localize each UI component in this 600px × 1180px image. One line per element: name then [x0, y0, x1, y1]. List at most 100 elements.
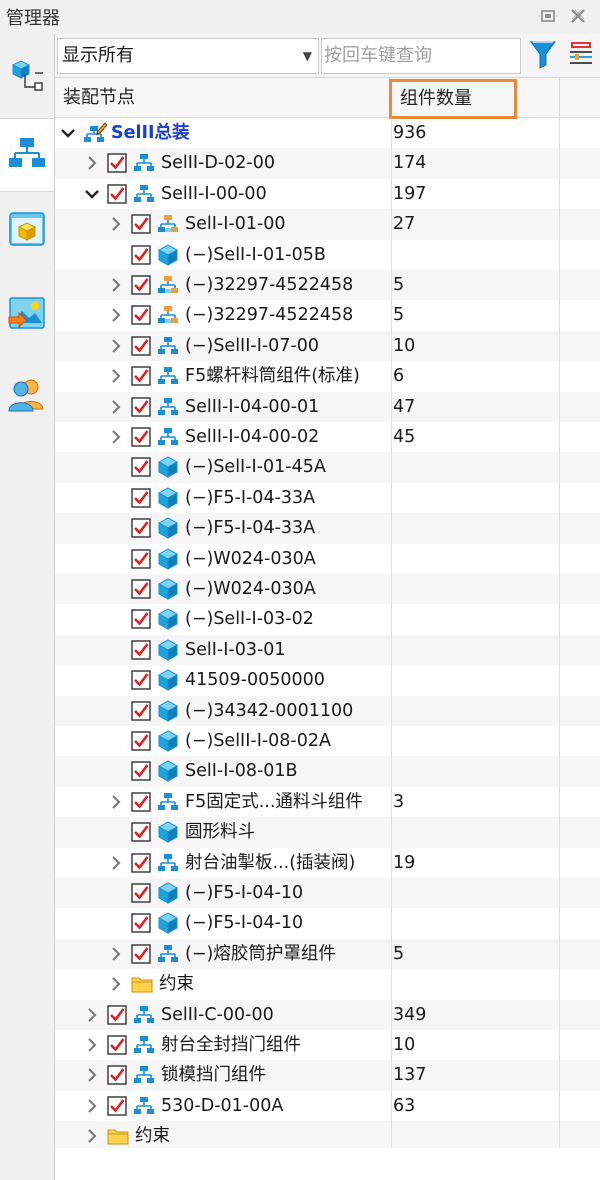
close-icon[interactable]	[568, 6, 588, 26]
visibility-checkbox[interactable]	[131, 214, 151, 234]
tree-row[interactable]: (−)32297-4522458 5	[55, 270, 600, 301]
tree-node-label[interactable]: (−)F5-I-04-33A	[185, 513, 315, 543]
tree-node-label[interactable]: SelII-I-04-00-01	[185, 392, 319, 422]
tree-row[interactable]: (−)熔胶筒护罩组件 5	[55, 938, 600, 970]
visibility-checkbox[interactable]	[131, 427, 151, 447]
visibility-checkbox[interactable]	[131, 944, 151, 964]
tab-assembly-tree[interactable]	[0, 118, 54, 192]
tree-row[interactable]: 约束	[55, 969, 600, 1000]
tab-part-view[interactable]	[0, 194, 54, 268]
chevron-right-icon[interactable]	[107, 305, 125, 325]
visibility-checkbox[interactable]	[131, 366, 151, 386]
tree-row[interactable]: (−)F5-I-04-10	[55, 908, 600, 939]
tree-row[interactable]: SelII-D-02-00 174	[55, 148, 600, 179]
chevron-right-icon[interactable]	[107, 214, 125, 234]
chevron-right-icon[interactable]	[107, 366, 125, 386]
tree-row[interactable]: 41509-0050000	[55, 665, 600, 696]
visibility-checkbox[interactable]	[131, 396, 151, 417]
tree-node-label[interactable]: SelII-C-00-00	[161, 1000, 274, 1030]
visibility-checkbox[interactable]	[131, 336, 151, 356]
chevron-right-icon[interactable]	[107, 944, 125, 964]
tree-row[interactable]: (−)W024-030A	[55, 574, 600, 605]
visibility-checkbox[interactable]	[131, 883, 151, 903]
tree-row[interactable]: SelII-I-04-00-02 45	[55, 422, 600, 453]
tree-node-label[interactable]: (−)W024-030A	[185, 574, 316, 604]
tree-row[interactable]: 锁模挡门组件 137	[55, 1060, 600, 1091]
tree-row[interactable]: SelI-I-03-01	[55, 634, 600, 666]
chevron-right-icon[interactable]	[83, 1096, 101, 1116]
visibility-checkbox[interactable]	[131, 761, 151, 782]
visibility-checkbox[interactable]	[131, 548, 151, 569]
column-header-count[interactable]: 组件数量	[389, 79, 517, 119]
tree-row[interactable]: 圆形料斗	[55, 817, 600, 848]
visibility-checkbox[interactable]	[131, 305, 151, 326]
tree-node-label[interactable]: SelII-I-00-00	[161, 179, 267, 209]
filter-select[interactable]: 显示所有 ▼	[57, 38, 319, 74]
tree-row[interactable]: SelII-I-00-00 197	[55, 178, 600, 210]
visibility-checkbox[interactable]	[107, 153, 127, 174]
tree-node-label[interactable]: (−)熔胶筒护罩组件	[185, 939, 336, 969]
tree-node-label[interactable]: (−)SelI-I-03-02	[185, 604, 314, 634]
tree-row[interactable]: (−)F5-I-04-33A	[55, 482, 600, 514]
tree-row[interactable]: 射台全封挡门组件 10	[55, 1030, 600, 1061]
tree-row[interactable]: SelI-I-01-00 27	[55, 209, 600, 240]
tree-row[interactable]: (−)F5-I-04-33A	[55, 513, 600, 544]
tree-node-label[interactable]: (−)F5-I-04-10	[185, 908, 303, 938]
tree-node-label[interactable]: 圆形料斗	[185, 817, 255, 847]
tree-node-label[interactable]: (−)W024-030A	[185, 544, 316, 574]
chevron-right-icon[interactable]	[107, 397, 125, 417]
column-divider[interactable]	[559, 78, 560, 118]
tree-row[interactable]: (−)32297-4522458 5	[55, 300, 600, 331]
tree-row[interactable]: (−)W024-030A	[55, 543, 600, 574]
tree-row[interactable]: SelII-I-04-00-01 47	[55, 391, 600, 422]
tree-node-label[interactable]: SelI-I-01-00	[185, 209, 286, 239]
visibility-checkbox[interactable]	[131, 852, 151, 873]
tree-node-label[interactable]: (−)SelI-I-01-45A	[185, 452, 326, 482]
tree-node-label[interactable]: 约束	[159, 969, 194, 999]
chevron-right-icon[interactable]	[83, 1065, 101, 1085]
chevron-right-icon[interactable]	[83, 1005, 101, 1025]
chevron-right-icon[interactable]	[107, 427, 125, 447]
tree-node-label[interactable]: (−)SelII-I-07-00	[185, 331, 319, 361]
visibility-checkbox[interactable]	[131, 913, 151, 934]
tree-node-label[interactable]: F5固定式...通料斗组件	[185, 787, 363, 817]
visibility-checkbox[interactable]	[131, 609, 151, 630]
tree-node-label[interactable]: F5螺杆料筒组件(标准)	[185, 361, 360, 391]
tree-node-label[interactable]: SelII-D-02-00	[161, 148, 275, 178]
visibility-checkbox[interactable]	[131, 518, 151, 538]
chevron-right-icon[interactable]	[83, 153, 101, 173]
tree-node-label[interactable]: 约束	[135, 1121, 170, 1151]
tree-row[interactable]: (−)SelII-I-08-02A	[55, 726, 600, 757]
visibility-checkbox[interactable]	[107, 1004, 127, 1025]
chevron-right-icon[interactable]	[107, 974, 125, 994]
tree-row[interactable]: SelII-C-00-00 349	[55, 999, 600, 1030]
visibility-checkbox[interactable]	[131, 579, 151, 599]
tree-node-label[interactable]: SelII总装	[111, 118, 190, 148]
tree-row[interactable]: (−)F5-I-04-10	[55, 878, 600, 909]
tree-row[interactable]: F5螺杆料筒组件(标准) 6	[55, 361, 600, 392]
tree-row[interactable]: (−)SelII-I-07-00 10	[55, 330, 600, 362]
visibility-checkbox[interactable]	[131, 670, 151, 690]
tree-row[interactable]: (−)SelI-I-01-45A	[55, 452, 600, 483]
tree-node-label[interactable]: 射台油掣板...(插装阀)	[185, 848, 355, 878]
tab-image-view[interactable]	[0, 278, 54, 352]
tree-node-label[interactable]: 锁模挡门组件	[161, 1060, 266, 1090]
chevron-right-icon[interactable]	[107, 853, 125, 873]
tree-row[interactable]: SelII总装 936	[55, 118, 600, 149]
tree-row[interactable]: SelI-I-08-01B	[55, 756, 600, 787]
chevron-down-icon[interactable]	[59, 123, 77, 143]
visibility-checkbox[interactable]	[107, 1035, 127, 1055]
visibility-checkbox[interactable]	[107, 1096, 127, 1116]
chevron-right-icon[interactable]	[83, 1126, 101, 1146]
tree-row[interactable]: 射台油掣板...(插装阀) 19	[55, 847, 600, 878]
tree-row[interactable]: 530-D-01-00A 63	[55, 1090, 600, 1122]
tree-node-label[interactable]: (−)F5-I-04-10	[185, 878, 303, 908]
tab-assembly-constraint[interactable]	[0, 38, 54, 112]
tree-row[interactable]: F5固定式...通料斗组件 3	[55, 786, 600, 818]
tree-node-label[interactable]: 530-D-01-00A	[161, 1091, 283, 1121]
tree-node-label[interactable]: (−)SelI-I-01-05B	[185, 240, 326, 270]
visibility-checkbox[interactable]	[107, 184, 127, 204]
chevron-right-icon[interactable]	[107, 792, 125, 812]
visibility-checkbox[interactable]	[131, 275, 151, 295]
tree-node-label[interactable]: (−)F5-I-04-33A	[185, 483, 315, 513]
